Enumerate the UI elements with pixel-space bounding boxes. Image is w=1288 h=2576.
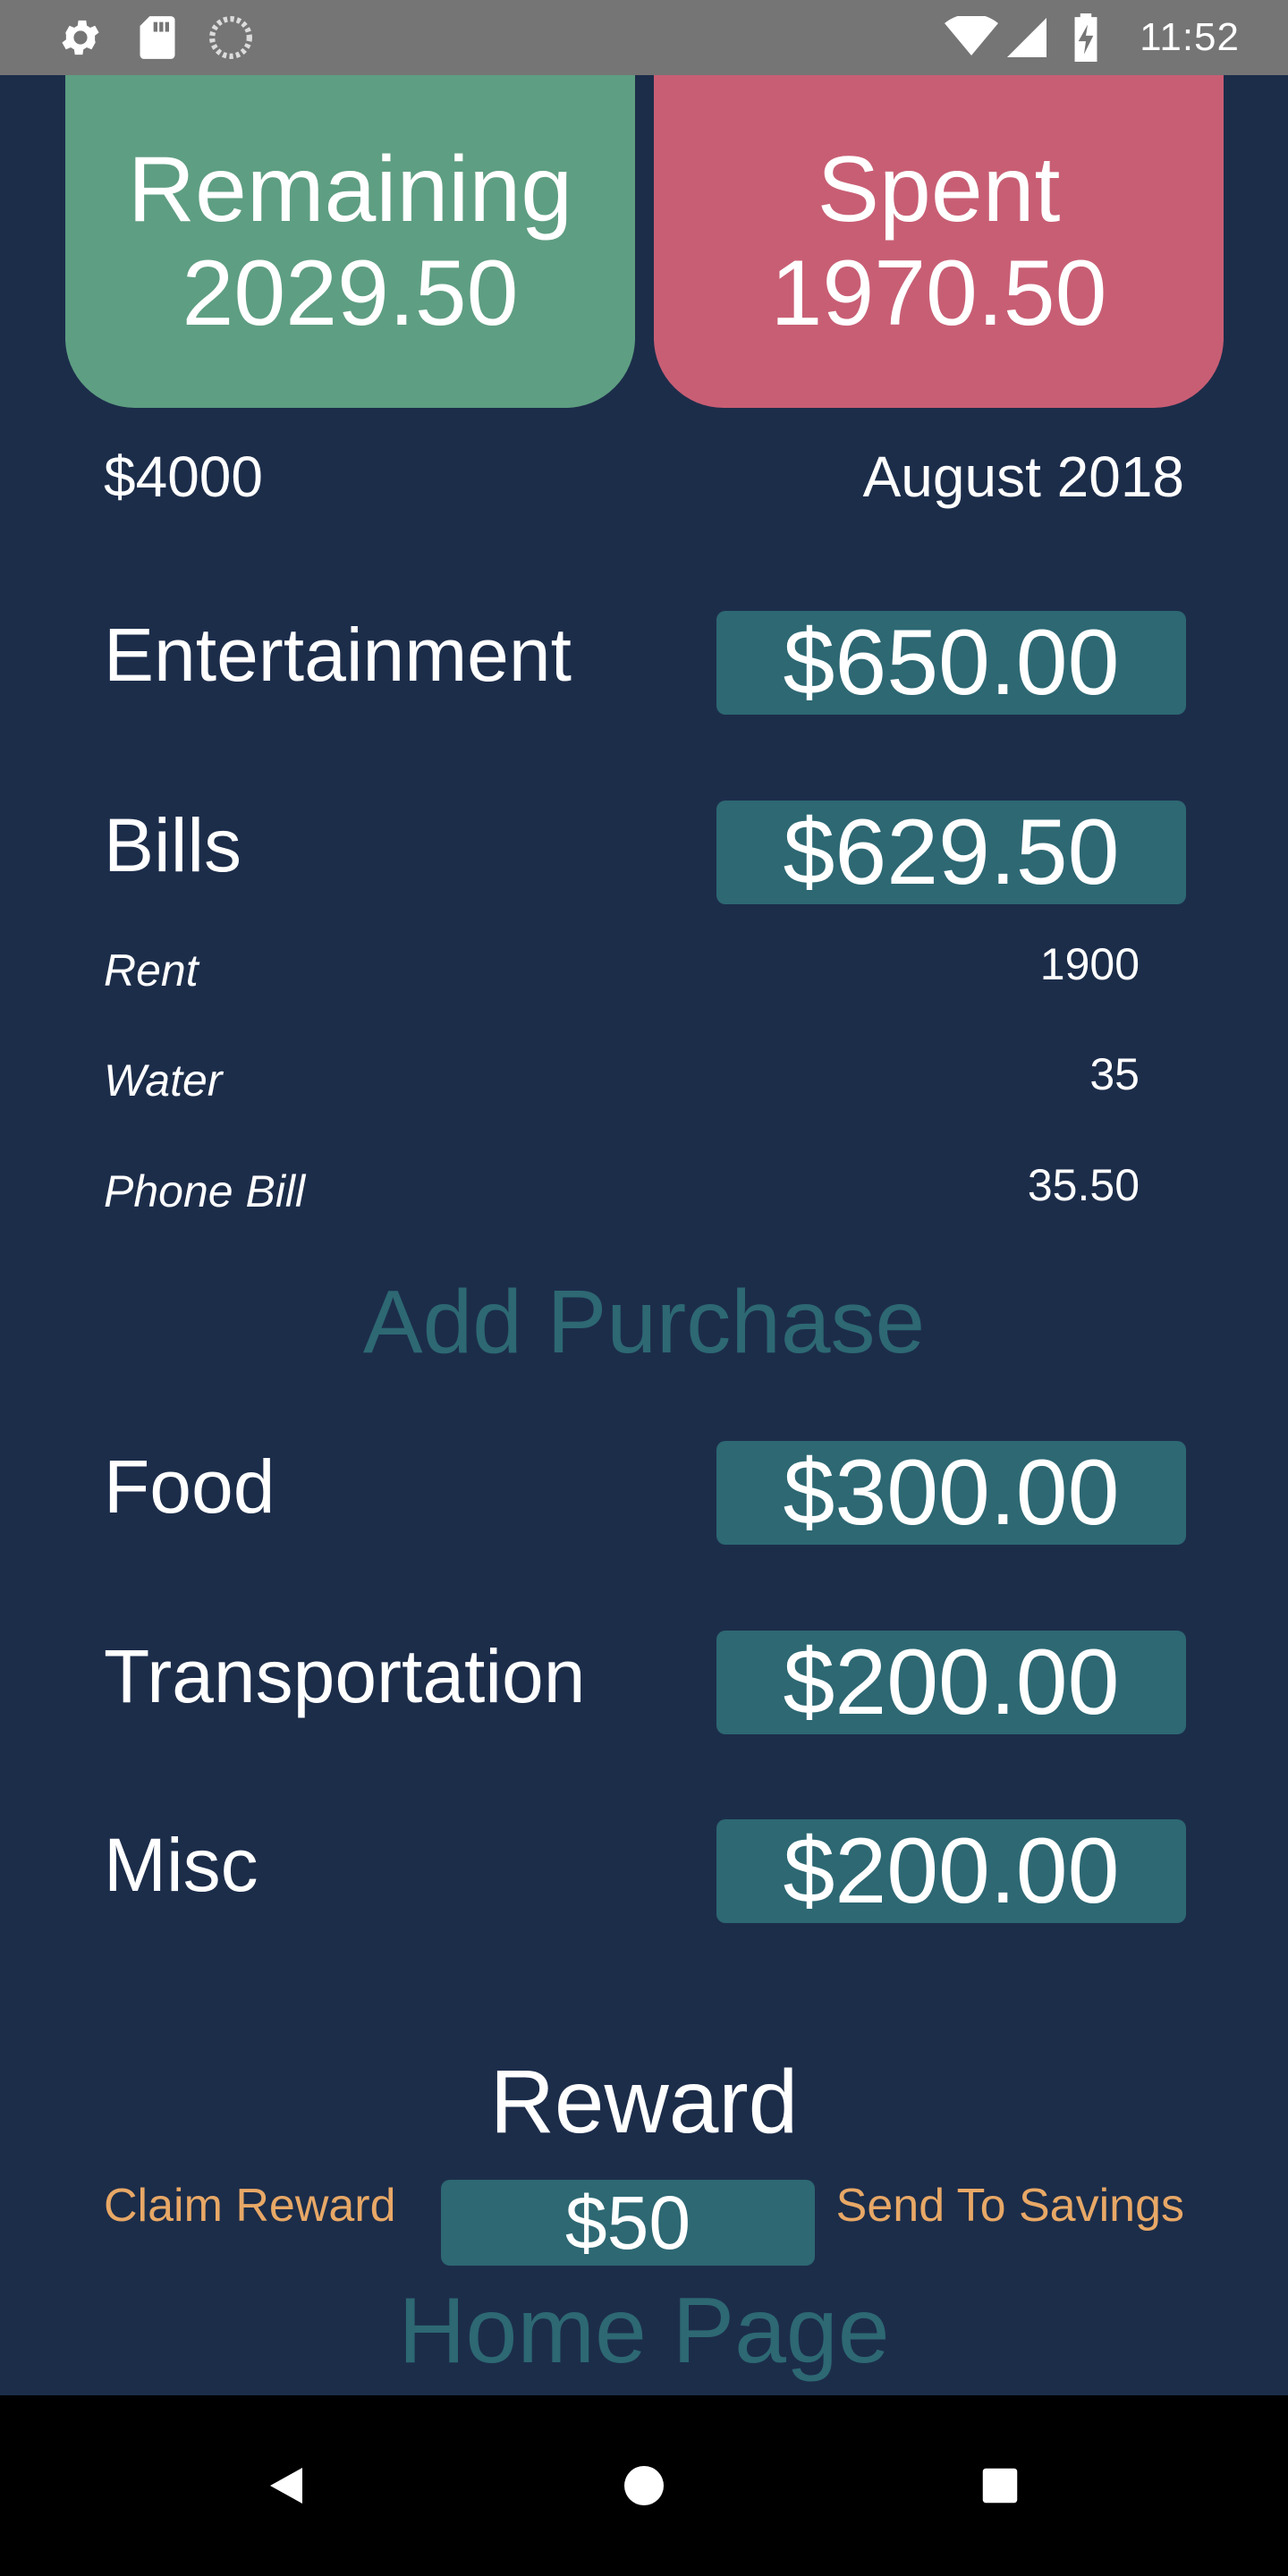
category-label-bills: Bills <box>104 803 242 887</box>
bill-value-water: 35 <box>1089 1049 1140 1099</box>
signal-icon <box>1004 0 1050 75</box>
bill-name-rent: Rent <box>104 945 199 996</box>
remaining-card: Remaining 2029.50 <box>65 75 635 408</box>
claim-reward-button[interactable]: Claim Reward <box>104 2177 396 2234</box>
budget-total: $4000 <box>104 445 263 509</box>
category-label-food: Food <box>104 1445 275 1529</box>
settings-icon <box>54 0 107 75</box>
category-amount-transportation[interactable]: $200.00 <box>716 1631 1186 1734</box>
category-label-entertainment: Entertainment <box>104 613 572 697</box>
back-icon[interactable] <box>224 2395 349 2576</box>
category-amount-bills[interactable]: $629.50 <box>716 801 1186 904</box>
navigation-bar <box>0 2395 1288 2576</box>
status-bar: 11:52 <box>0 0 1288 75</box>
status-time: 11:52 <box>1140 15 1240 59</box>
send-to-savings-button[interactable]: Send To Savings <box>836 2177 1184 2234</box>
category-label-misc: Misc <box>104 1823 258 1907</box>
reward-amount[interactable]: $50 <box>441 2180 815 2266</box>
add-purchase-button[interactable]: Add Purchase <box>0 1270 1288 1374</box>
bill-name-phone: Phone Bill <box>104 1166 306 1216</box>
spent-card: Spent 1970.50 <box>654 75 1224 408</box>
spent-label: Spent <box>817 138 1061 242</box>
reward-title: Reward <box>489 2052 799 2152</box>
spent-value: 1970.50 <box>770 242 1107 345</box>
recents-icon[interactable] <box>937 2395 1063 2576</box>
category-amount-misc[interactable]: $200.00 <box>716 1819 1186 1923</box>
category-label-transportation: Transportation <box>104 1634 586 1718</box>
remaining-label: Remaining <box>127 138 573 242</box>
bill-name-water: Water <box>104 1055 223 1106</box>
home-icon[interactable] <box>581 2395 707 2576</box>
month-label: August 2018 <box>862 445 1184 509</box>
remaining-value: 2029.50 <box>182 242 519 345</box>
bill-value-rent: 1900 <box>1039 939 1140 989</box>
wifi-icon <box>943 0 1000 75</box>
battery-charging-icon <box>1068 0 1104 75</box>
sd-card-icon <box>131 0 184 75</box>
home-page-button[interactable]: Home Page <box>0 2279 1288 2383</box>
sync-icon <box>204 0 258 75</box>
category-amount-food[interactable]: $300.00 <box>716 1441 1186 1545</box>
bill-value-phone: 35.50 <box>1027 1160 1140 1210</box>
category-amount-entertainment[interactable]: $650.00 <box>716 611 1186 715</box>
